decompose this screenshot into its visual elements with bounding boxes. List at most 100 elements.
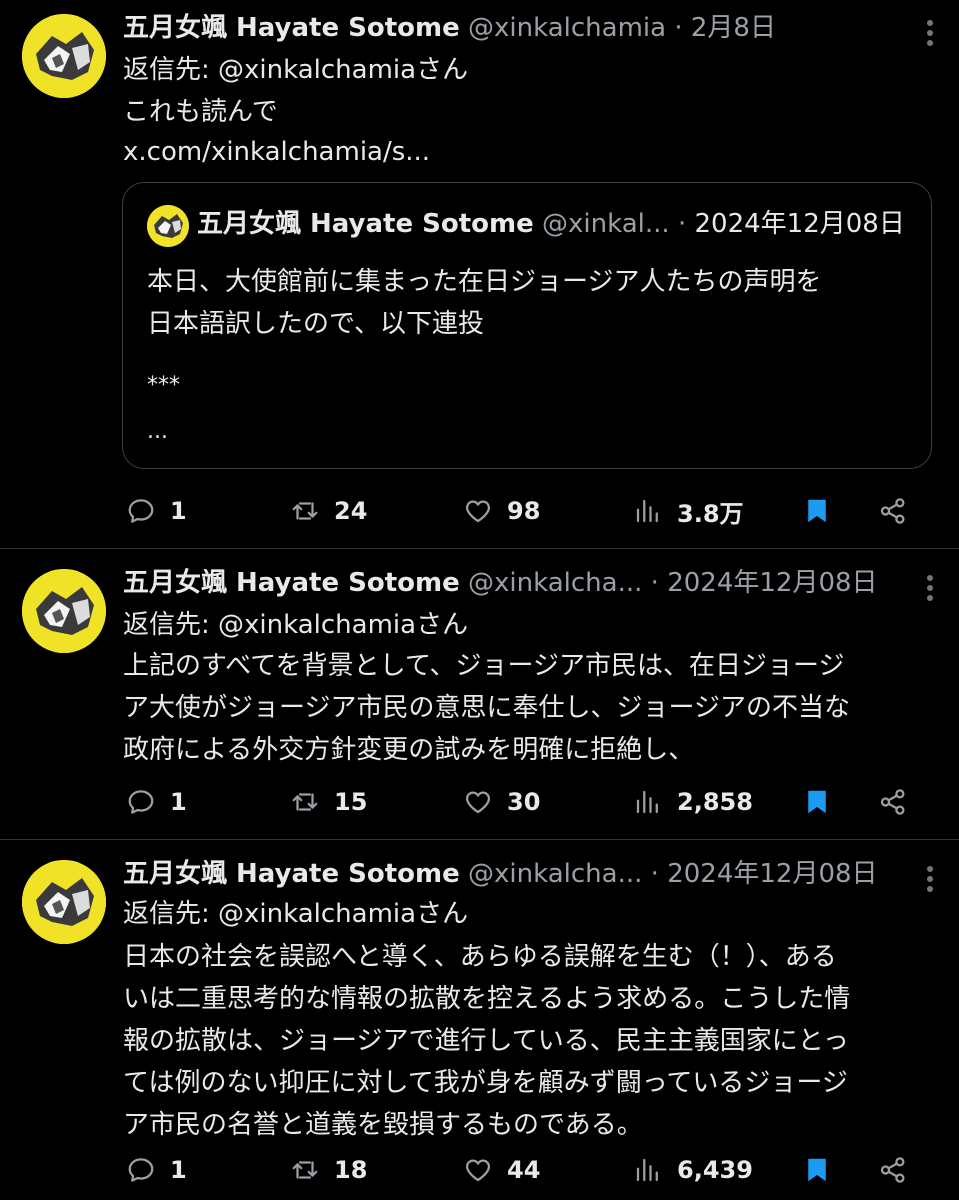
author-handle[interactable]: @xinkalcha... <box>468 859 642 889</box>
views-button[interactable]: 3.8万 <box>633 491 744 531</box>
reply-to-suffix: さん <box>416 55 469 85</box>
author-name[interactable]: 五月女颯 Hayate Sotome <box>123 568 460 598</box>
share-button[interactable] <box>878 491 908 531</box>
tweet-body: これも読んで x.com/xinkalchamia/s... <box>123 97 431 167</box>
retweet-button[interactable]: 18 <box>290 1150 367 1190</box>
tweet[interactable]: 五月女颯 Hayate Sotome @xinkalcha... · 2024年… <box>0 549 959 840</box>
reply-to-prefix: 返信先: <box>123 55 219 85</box>
heart-icon <box>465 500 491 523</box>
author-handle[interactable]: @xinkalchamia <box>468 13 666 43</box>
retweet-button[interactable]: 24 <box>290 491 367 531</box>
action-bar: 1 24 98 3.8万 <box>0 491 959 531</box>
avatar[interactable] <box>22 569 106 653</box>
share-icon <box>880 1157 905 1183</box>
heart-icon <box>465 791 491 814</box>
retweet-button[interactable]: 15 <box>290 782 367 822</box>
reply-count: 1 <box>170 1156 187 1184</box>
tweet-header: 五月女颯 Hayate Sotome @xinkalcha... · 2024年… <box>123 567 879 599</box>
tweet[interactable]: 五月女颯 Hayate Sotome @xinkalcha... · 2024年… <box>0 840 959 1200</box>
reply-count: 1 <box>170 497 187 525</box>
bookmark-button[interactable] <box>802 491 832 531</box>
like-button[interactable]: 30 <box>463 782 540 822</box>
quoted-tweet[interactable]: 五月女颯 Hayate Sotome @xinkal... · 2024年12月… <box>122 182 932 469</box>
retweet-icon <box>292 793 318 811</box>
reply-to-handle[interactable]: @xinkalchamia <box>218 610 416 640</box>
views-button[interactable]: 2,858 <box>633 782 753 822</box>
reply-count: 1 <box>170 788 187 816</box>
retweet-count: 24 <box>334 497 368 525</box>
bookmark-icon <box>808 499 826 523</box>
separator-dot: · <box>677 209 687 239</box>
tweet-body: 日本の社会を誤認へと導く、あらゆる誤解を生む（！）、ある いは二重思考的な情報の… <box>123 942 851 1140</box>
quoted-header: 五月女颯 Hayate Sotome @xinkal... · 2024年12月… <box>197 207 911 241</box>
tweet-date[interactable]: 2024年12月08日 <box>667 568 877 598</box>
reply-to-suffix: さん <box>416 610 469 640</box>
reply-button[interactable]: 1 <box>126 1150 187 1190</box>
like-count: 30 <box>507 788 541 816</box>
bookmark-icon <box>808 1158 826 1182</box>
view-count: 3.8万 <box>677 499 744 528</box>
share-icon <box>880 498 905 524</box>
bookmark-button[interactable] <box>802 1150 832 1190</box>
quoted-date: 2024年12月08日 <box>694 209 905 239</box>
share-button[interactable] <box>878 1150 908 1190</box>
views-icon <box>636 790 658 814</box>
separator-dot: · <box>650 568 659 598</box>
action-bar: 1 18 44 6,439 <box>0 1150 959 1190</box>
author-name[interactable]: 五月女颯 Hayate Sotome <box>123 13 460 43</box>
reply-button[interactable]: 1 <box>126 491 187 531</box>
quoted-avatar <box>147 205 189 247</box>
avatar[interactable] <box>22 860 106 944</box>
retweet-icon <box>292 1161 318 1179</box>
reply-button[interactable]: 1 <box>126 782 187 822</box>
more-icon[interactable] <box>927 571 933 605</box>
reply-icon <box>128 1158 154 1182</box>
avatar[interactable] <box>22 14 106 98</box>
more-icon[interactable] <box>927 862 933 896</box>
share-button[interactable] <box>878 782 908 822</box>
reply-icon <box>128 790 154 814</box>
retweet-icon <box>292 502 318 520</box>
share-icon <box>880 789 905 815</box>
reply-to-handle[interactable]: @xinkalchamia <box>218 899 416 929</box>
reply-to-line: 返信先: @xinkalchamiaさん <box>123 898 468 930</box>
tweet-date[interactable]: 2024年12月08日 <box>667 859 877 889</box>
view-count: 6,439 <box>677 1156 753 1184</box>
like-button[interactable]: 98 <box>463 491 540 531</box>
quoted-stars: *** <box>147 373 180 398</box>
author-handle[interactable]: @xinkalcha... <box>468 568 642 598</box>
tweet[interactable]: 五月女颯 Hayate Sotome @xinkalchamia · 2月8日 … <box>0 0 959 549</box>
views-icon <box>636 1158 658 1182</box>
quoted-ellipsis: ... <box>147 419 168 444</box>
reply-icon <box>128 499 154 523</box>
reply-to-prefix: 返信先: <box>123 899 219 929</box>
separator-dot: · <box>674 13 683 43</box>
tweet-date[interactable]: 2月8日 <box>691 13 776 43</box>
reply-to-line: 返信先: @xinkalchamiaさん <box>123 609 468 641</box>
separator-dot: · <box>650 859 659 889</box>
view-count: 2,858 <box>677 788 753 816</box>
like-button[interactable]: 44 <box>463 1150 540 1190</box>
quoted-author-name: 五月女颯 Hayate Sotome <box>197 209 534 239</box>
retweet-count: 15 <box>334 788 368 816</box>
more-icon[interactable] <box>927 16 933 50</box>
retweet-count: 18 <box>334 1156 368 1184</box>
quoted-author-handle: @xinkal... <box>542 209 670 239</box>
heart-icon <box>465 1159 491 1182</box>
like-count: 44 <box>507 1156 541 1184</box>
reply-to-prefix: 返信先: <box>123 610 219 640</box>
bookmark-button[interactable] <box>802 782 832 822</box>
reply-to-handle[interactable]: @xinkalchamia <box>218 55 416 85</box>
reply-to-suffix: さん <box>416 899 469 929</box>
tweet-body: 上記のすべてを背景として、ジョージア市民は、在日ジョージ ア大使がジョージア市民… <box>123 651 850 765</box>
action-bar: 1 15 30 2,858 <box>0 782 959 822</box>
author-name[interactable]: 五月女颯 Hayate Sotome <box>123 859 460 889</box>
tweet-header: 五月女颯 Hayate Sotome @xinkalchamia · 2月8日 <box>123 12 879 44</box>
quoted-body: 本日、大使館前に集まった在日ジョージア人たちの声明を 日本語訳したので、以下連投 <box>147 267 822 339</box>
tweet-header: 五月女颯 Hayate Sotome @xinkalcha... · 2024年… <box>123 858 879 890</box>
views-button[interactable]: 6,439 <box>633 1150 753 1190</box>
reply-to-line: 返信先: @xinkalchamiaさん <box>123 54 468 86</box>
bookmark-icon <box>808 790 826 814</box>
views-icon <box>636 499 658 523</box>
like-count: 98 <box>507 497 541 525</box>
